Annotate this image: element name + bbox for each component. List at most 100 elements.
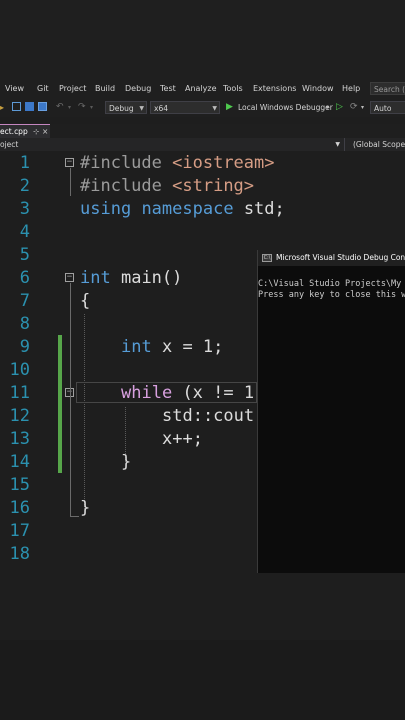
code-line-13: x++; <box>162 429 203 449</box>
more-icon[interactable]: ▾ <box>361 101 364 114</box>
project-name: oject <box>0 140 19 149</box>
console-title: Microsoft Visual Studio Debug Console <box>276 253 405 262</box>
menu-help[interactable]: Help <box>342 84 360 93</box>
fold-guide <box>70 283 71 517</box>
start-without-debugging-icon[interactable]: ▷ <box>336 101 343 114</box>
console-icon: C:\ <box>262 254 272 262</box>
line-number: 15 <box>9 475 30 495</box>
keyword: int <box>80 268 111 288</box>
search-input[interactable]: Search (C <box>370 82 405 95</box>
line-number: 4 <box>19 222 30 242</box>
header-name: <string> <box>172 176 255 196</box>
save-icon[interactable] <box>25 102 34 111</box>
menu-extensions[interactable]: Extensions <box>253 84 296 93</box>
line-number: 5 <box>19 245 30 265</box>
code-line-14: } <box>121 452 132 472</box>
line-number: 11 <box>9 383 30 403</box>
run-icon[interactable]: ▶ <box>226 101 233 114</box>
code-line-1: #include <iostream> <box>80 152 275 175</box>
configuration-value: Debug <box>109 104 134 113</box>
redo-dropdown-icon[interactable]: ▾ <box>90 101 93 114</box>
scope-dropdown[interactable]: (Global Scope) <box>349 138 405 151</box>
line-number: 6 <box>19 268 30 288</box>
line-number: 2 <box>19 176 30 196</box>
line-number: 18 <box>9 544 30 564</box>
tab-filename: ect.cpp <box>0 127 28 136</box>
header-name: <iostream> <box>172 153 275 173</box>
console-title-bar[interactable]: C:\ Microsoft Visual Studio Debug Consol… <box>258 250 405 266</box>
code-line-2: #include <string> <box>80 175 254 198</box>
collapse-icon[interactable]: − <box>65 158 74 167</box>
new-item-icon[interactable]: ▸ <box>0 101 4 114</box>
line-number: 8 <box>19 314 30 334</box>
code-line-3: using namespace std; <box>80 198 285 221</box>
chevron-down-icon: ▼ <box>335 141 340 148</box>
change-indicator-bar <box>58 335 62 473</box>
indent-guide <box>84 314 85 509</box>
console-output-line: Press any key to close this wi <box>258 290 405 300</box>
local-debugger-button[interactable]: Local Windows Debugger <box>238 101 333 114</box>
menu-project[interactable]: Project <box>59 84 86 93</box>
close-icon[interactable]: × <box>42 125 48 139</box>
undo-icon[interactable]: ↶ <box>56 101 64 114</box>
code-text: main() <box>120 268 183 288</box>
fold-guide-end <box>70 516 79 517</box>
debug-console-window[interactable]: C:\ Microsoft Visual Studio Debug Consol… <box>257 250 405 573</box>
code-line-12: std::cout <box>162 406 255 426</box>
tab-source-file[interactable]: ect.cpp ⊹ × <box>0 124 50 138</box>
open-folder-icon[interactable] <box>12 102 21 111</box>
menu-test[interactable]: Test <box>160 84 176 93</box>
collapse-icon[interactable]: − <box>65 273 74 282</box>
undo-dropdown-icon[interactable]: ▾ <box>68 101 71 114</box>
document-tab-row: ect.cpp ⊹ × <box>0 124 405 138</box>
platform-dropdown[interactable]: x64 ▼ <box>150 101 220 114</box>
keyword: using <box>80 199 132 219</box>
line-number: 13 <box>9 429 30 449</box>
hot-reload-icon[interactable]: ⟳ <box>350 101 358 114</box>
save-all-icon[interactable] <box>38 102 47 111</box>
chevron-down-icon: ▼ <box>139 105 144 112</box>
menu-tools[interactable]: Tools <box>223 84 243 93</box>
scope-name: (Global Scope) <box>353 140 405 149</box>
project-dropdown[interactable]: oject ▼ <box>0 138 345 151</box>
keyword: namespace <box>141 199 234 219</box>
menu-window[interactable]: Window <box>302 84 334 93</box>
top-dark-area <box>0 0 405 80</box>
menu-bar: View Git Project Build Debug Test Analyz… <box>0 80 405 98</box>
auto-value: Auto <box>374 104 392 113</box>
line-number: 10 <box>9 360 30 380</box>
auto-dropdown[interactable]: Auto <box>370 101 405 114</box>
code-line-7: { <box>80 291 91 311</box>
directive: #include <box>80 153 162 173</box>
pin-icon[interactable]: ⊹ <box>33 125 39 139</box>
menu-git[interactable]: Git <box>37 84 49 93</box>
line-number: 1 <box>19 153 30 173</box>
code-line-11: while (x != 1 <box>121 382 254 405</box>
bottom-dark-area <box>0 640 405 720</box>
console-output-line: C:\Visual Studio Projects\My P <box>258 279 405 289</box>
code-text: std; <box>243 199 285 219</box>
chevron-down-icon: ▼ <box>212 105 217 112</box>
debugger-dropdown-icon[interactable]: ▾ <box>326 101 329 114</box>
menu-view[interactable]: View <box>5 84 24 93</box>
menu-debug[interactable]: Debug <box>125 84 151 93</box>
fold-guide <box>70 168 71 196</box>
code-line-9: int x = 1; <box>121 336 223 359</box>
navigation-bar: oject ▼ (Global Scope) <box>0 138 405 151</box>
configuration-dropdown[interactable]: Debug ▼ <box>105 101 147 114</box>
code-text: x = 1; <box>161 337 224 357</box>
line-number: 17 <box>9 521 30 541</box>
line-number: 3 <box>19 199 30 219</box>
keyword: int <box>121 337 152 357</box>
directive: #include <box>80 176 162 196</box>
code-text: (x != 1 <box>182 383 255 403</box>
line-number: 7 <box>19 291 30 311</box>
menu-analyze[interactable]: Analyze <box>185 84 217 93</box>
code-line-6: int main() <box>80 267 182 290</box>
menu-build[interactable]: Build <box>95 84 115 93</box>
line-number: 14 <box>9 452 30 472</box>
line-number: 9 <box>19 337 30 357</box>
redo-icon[interactable]: ↷ <box>78 101 86 114</box>
code-line-16: } <box>80 498 91 518</box>
keyword: while <box>121 383 173 403</box>
